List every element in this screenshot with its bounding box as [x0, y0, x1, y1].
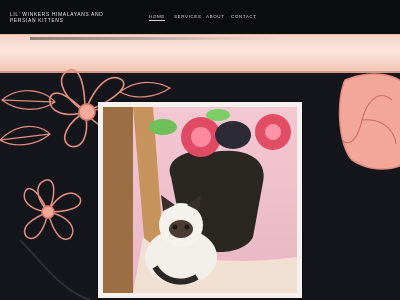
flower-bottom-left	[23, 179, 82, 241]
wicker-basket	[103, 107, 133, 293]
stem-left	[19, 239, 91, 300]
flower-right	[338, 73, 400, 170]
hero-photo	[98, 102, 302, 298]
kitten-photo-illustration	[103, 107, 297, 293]
